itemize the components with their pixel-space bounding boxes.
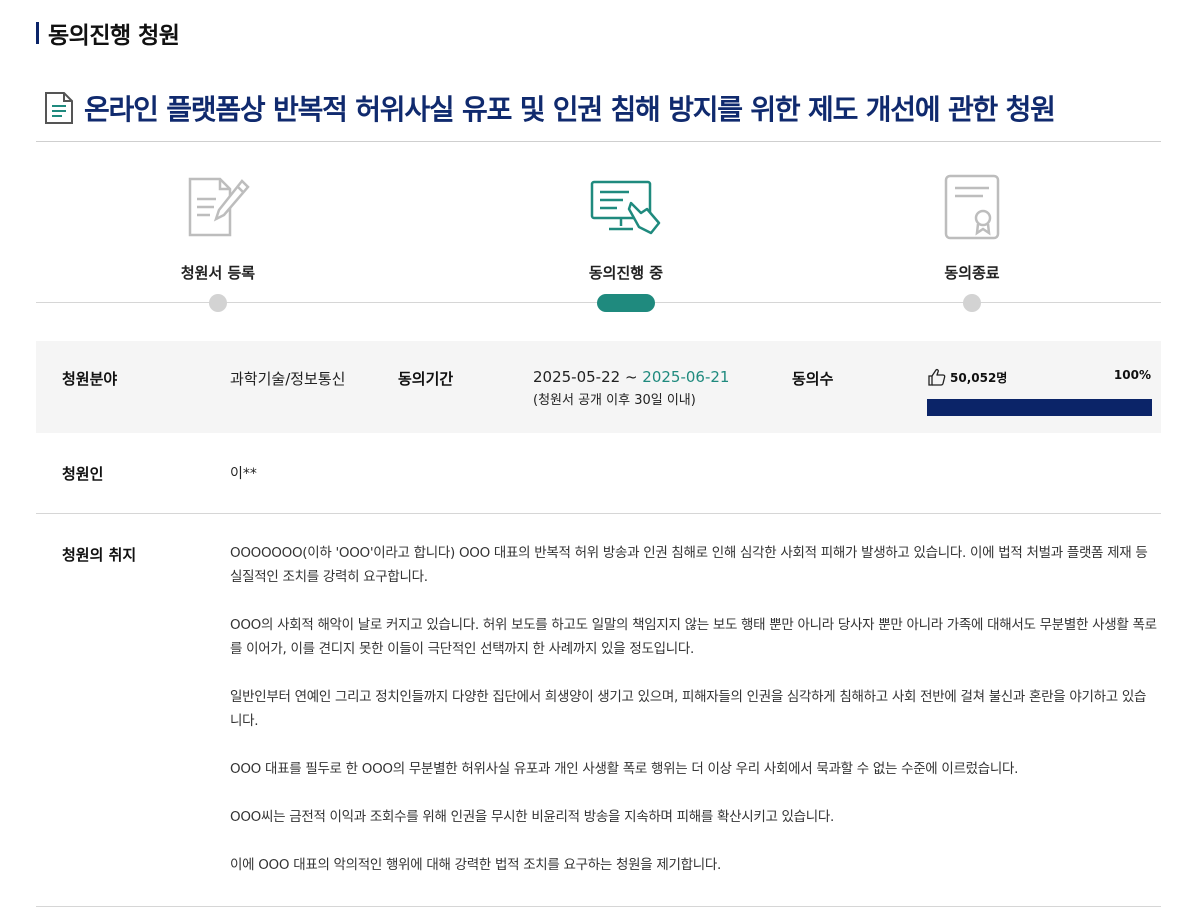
petition-info-box: 청원분야 과학기술/정보통신 동의기간 2025-05-22 ~ 2025-06… [36, 341, 1161, 433]
step-dot [963, 294, 981, 312]
purpose-label: 청원의 취지 [62, 546, 137, 564]
field-value: 과학기술/정보통신 [230, 370, 346, 388]
step-label: 청원서 등록 [180, 264, 256, 282]
purpose-paragraph: OOO 대표를 필두로 한 OOO의 무분별한 허위사실 유포과 개인 사생활 … [230, 761, 1019, 777]
period-start: 2025-05-22 [533, 368, 621, 386]
step-registration: 청원서 등록 [118, 170, 318, 312]
petition-title: 온라인 플랫폼상 반복적 허위사실 유포 및 인권 침해 방지를 위한 제도 개… [84, 93, 1056, 126]
purpose-paragraph: 이에 OOO 대표의 악의적인 행위에 대해 강력한 법적 조치를 요구하는 청… [230, 857, 721, 873]
thumbs-up-icon [928, 368, 946, 386]
agree-progress-fill [927, 399, 1152, 416]
petitioner-label: 청원인 [62, 465, 104, 483]
purpose-paragraph: 일반인부터 연예인 그리고 정치인들까지 다양한 집단에서 희생양이 생기고 있… [230, 689, 1147, 729]
petition-title-row: 온라인 플랫폼상 반복적 허위사실 유포 및 인권 침해 방지를 위한 제도 개… [44, 86, 1056, 130]
step-dot-active [597, 294, 655, 312]
period-note: (청원서 공개 이후 30일 이내) [533, 393, 696, 408]
section-title: 동의진행 청원 [48, 23, 180, 49]
step-closed: 동의종료 [872, 170, 1072, 312]
title-divider [36, 141, 1161, 142]
section-header: 동의진행 청원 [36, 18, 180, 49]
purpose-row: 청원의 취지 OOOOOOO(이하 'OOO'이라고 합니다) OOO 대표의 … [36, 514, 1161, 907]
percent-value: 100% [1113, 368, 1151, 382]
document-icon [45, 92, 73, 124]
field-label: 청원분야 [62, 370, 118, 388]
step-label: 동의진행 중 [588, 264, 664, 282]
count-label: 동의수 [792, 370, 834, 388]
period-end: 2025-06-21 [642, 368, 730, 386]
purpose-paragraph: OOO의 사회적 해악이 날로 커지고 있습니다. 허위 보도를 하고도 일말의… [230, 617, 1157, 657]
section-accent-bar [36, 22, 39, 44]
certificate-icon [944, 174, 1000, 240]
period-label: 동의기간 [398, 370, 454, 388]
purpose-paragraph: OOOOOOO(이하 'OOO'이라고 합니다) OOO 대표의 반복적 허위 … [230, 545, 1148, 585]
agree-count: 50,052명 [928, 368, 1007, 386]
petitioner-row: 청원인 이** [36, 433, 1161, 514]
purpose-body: OOOOOOO(이하 'OOO'이라고 합니다) OOO 대표의 반복적 허위 … [230, 541, 1158, 901]
purpose-paragraph: OOO씨는 금전적 이익과 조회수를 위해 인권을 무시한 비윤리적 방송을 지… [230, 809, 835, 825]
step-dot [209, 294, 227, 312]
progress-steps: 청원서 등록 동의진행 중 동의종료 [36, 170, 1161, 315]
count-value: 50,052명 [950, 370, 1008, 385]
petitioner-value: 이** [230, 466, 257, 482]
agree-progress-bar [927, 399, 1152, 416]
period-separator: ~ [620, 368, 643, 386]
step-label: 동의종료 [944, 264, 1000, 282]
monitor-hand-icon [590, 180, 661, 235]
period-value: 2025-05-22 ~ 2025-06-21 [533, 368, 729, 386]
document-pen-icon [188, 177, 250, 237]
step-in-progress: 동의진행 중 [526, 170, 726, 312]
